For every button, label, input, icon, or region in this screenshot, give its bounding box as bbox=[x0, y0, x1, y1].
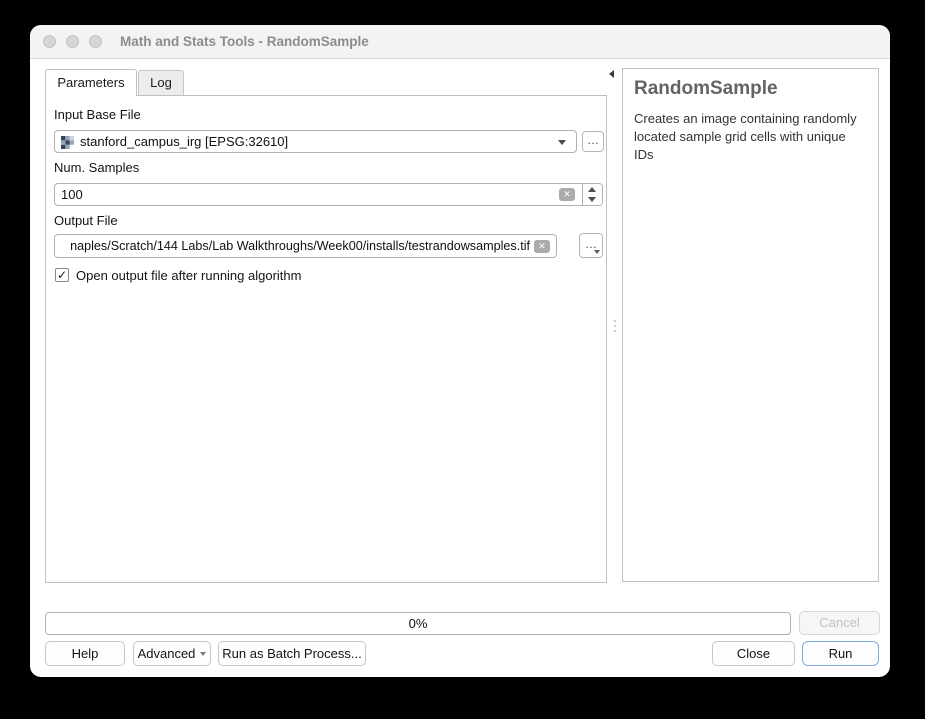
checkbox-checked-icon[interactable]: ✓ bbox=[55, 268, 69, 282]
zoom-window-icon[interactable] bbox=[89, 35, 102, 48]
raster-layer-icon bbox=[61, 136, 74, 154]
output-file-browse-button[interactable]: … bbox=[579, 233, 603, 258]
algorithm-title: RandomSample bbox=[634, 78, 778, 99]
splitter-handle[interactable] bbox=[614, 320, 616, 332]
input-base-file-value: stanford_campus_irg [EPSG:32610] bbox=[80, 134, 289, 149]
open-output-checkbox-label: Open output file after running algorithm bbox=[76, 268, 302, 283]
output-file-input[interactable]: naples/Scratch/144 Labs/Lab Walkthroughs… bbox=[54, 234, 557, 258]
tab-parameters[interactable]: Parameters bbox=[45, 69, 137, 96]
spinner-segment bbox=[582, 184, 602, 205]
num-samples-label: Num. Samples bbox=[54, 160, 140, 175]
progress-bar: 0% bbox=[45, 612, 791, 635]
output-file-label: Output File bbox=[54, 213, 118, 228]
cancel-button[interactable]: Cancel bbox=[799, 611, 880, 635]
clear-value-icon[interactable]: ✕ bbox=[534, 240, 550, 253]
num-samples-spinbox[interactable]: 100 ✕ bbox=[54, 183, 603, 206]
close-window-icon[interactable] bbox=[43, 35, 56, 48]
parameters-panel: Input Base File stanford_campus_irg [EPS… bbox=[45, 95, 607, 583]
input-base-file-label: Input Base File bbox=[54, 107, 141, 122]
spinner-up-icon[interactable] bbox=[588, 187, 596, 192]
close-button[interactable]: Close bbox=[712, 641, 795, 666]
run-as-batch-button[interactable]: Run as Batch Process... bbox=[218, 641, 366, 666]
help-button[interactable]: Help bbox=[45, 641, 125, 666]
window-title: Math and Stats Tools - RandomSample bbox=[120, 34, 369, 49]
menu-corner-arrow-icon bbox=[594, 250, 600, 254]
dialog-window: Math and Stats Tools - RandomSample Para… bbox=[30, 25, 890, 677]
spinner-down-icon[interactable] bbox=[588, 197, 596, 202]
clear-value-icon[interactable]: ✕ bbox=[559, 188, 575, 201]
tab-log[interactable]: Log bbox=[138, 70, 184, 95]
splitter-collapse-icon[interactable] bbox=[609, 70, 614, 78]
input-base-file-combobox[interactable]: stanford_campus_irg [EPSG:32610] bbox=[54, 130, 577, 153]
chevron-down-icon bbox=[200, 652, 207, 656]
minimize-window-icon[interactable] bbox=[66, 35, 79, 48]
algorithm-description: Creates an image containing randomly loc… bbox=[634, 111, 857, 162]
ellipsis-icon: … bbox=[585, 237, 597, 251]
chevron-down-icon bbox=[558, 140, 566, 145]
run-button[interactable]: Run bbox=[802, 641, 879, 666]
advanced-button-label: Advanced bbox=[137, 646, 196, 661]
num-samples-value: 100 bbox=[61, 187, 83, 202]
output-file-value: naples/Scratch/144 Labs/Lab Walkthroughs… bbox=[70, 239, 530, 253]
input-base-file-browse-button[interactable]: … bbox=[582, 131, 604, 152]
help-panel: RandomSample Creates an image containing… bbox=[622, 68, 879, 582]
title-bar[interactable]: Math and Stats Tools - RandomSample bbox=[30, 25, 890, 59]
advanced-button[interactable]: Advanced bbox=[133, 641, 211, 666]
